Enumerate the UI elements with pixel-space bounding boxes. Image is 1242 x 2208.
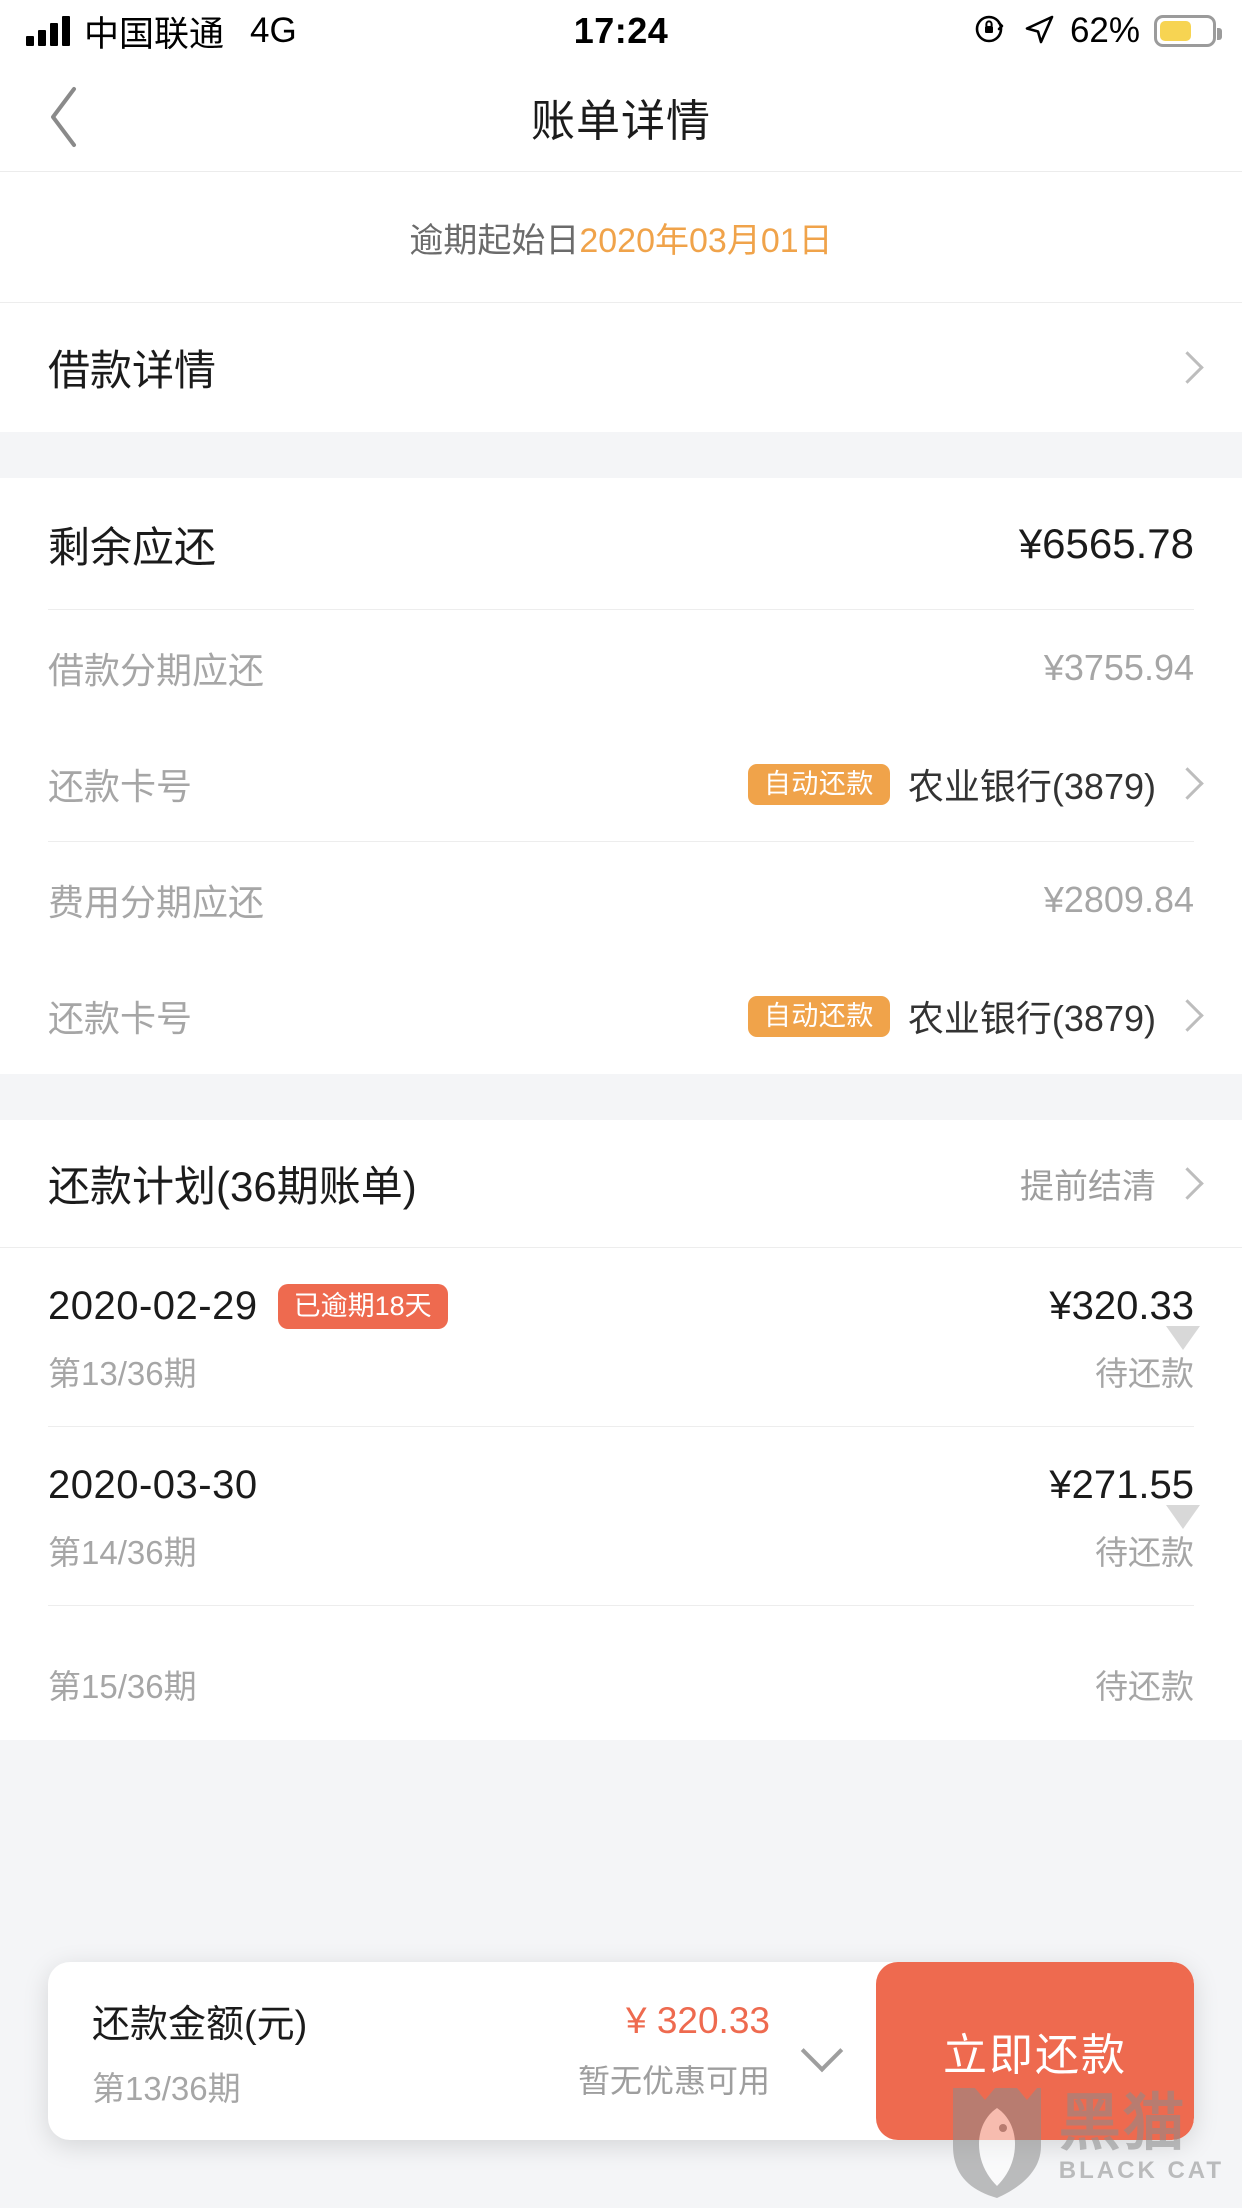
loan-detail-row[interactable]: 借款详情 bbox=[0, 302, 1242, 432]
chevron-right-icon bbox=[1174, 351, 1194, 385]
remaining-due-value: ¥6565.78 bbox=[1018, 520, 1194, 567]
early-settlement-button[interactable]: 提前结清 bbox=[1020, 1159, 1194, 1208]
watermark: 黑猫 BLACK CAT bbox=[949, 2082, 1224, 2198]
loan-detail-card: 借款详情 bbox=[0, 302, 1242, 432]
auto-repay-badge: 自动还款 bbox=[747, 995, 890, 1037]
pay-bar-info[interactable]: 还款金额(元) 第13/36期 ¥ 320.33 暂无优惠可用 bbox=[48, 1962, 876, 2140]
watermark-cn: 黑猫 bbox=[1058, 2088, 1187, 2158]
caret-down-icon[interactable] bbox=[1166, 1325, 1200, 1350]
summary-card: 剩余应还 ¥6565.78 借款分期应还 ¥3755.94 还款卡号 自动还款 … bbox=[0, 478, 1242, 1074]
overdue-start-label: 逾期起始日 bbox=[409, 221, 580, 260]
schedule-amount: ¥320.33 bbox=[1049, 1284, 1194, 1328]
loan-detail-label: 借款详情 bbox=[48, 347, 217, 394]
pay-coupon-status: 暂无优惠可用 bbox=[577, 2063, 770, 2099]
pay-amount-value: ¥ 320.33 bbox=[625, 2000, 770, 2041]
overdue-start-date: 2020年03月01日 bbox=[579, 221, 833, 260]
chevron-right-icon bbox=[1174, 1167, 1194, 1201]
overdue-days-badge: 已逾期18天 bbox=[277, 1284, 448, 1329]
schedule-row-left: 2020-02-29 已逾期18天 bbox=[48, 1284, 448, 1329]
remaining-due-row: 剩余应还 ¥6565.78 bbox=[0, 478, 1242, 610]
back-button[interactable] bbox=[34, 86, 94, 147]
schedule-row[interactable]: 2020-02-29 已逾期18天 ¥320.33 第13/36期 待还款 bbox=[0, 1248, 1242, 1427]
schedule-term: 第13/36期 bbox=[48, 1355, 197, 1392]
schedule-status: 待还款 bbox=[1095, 1668, 1194, 1705]
rotation-lock-icon bbox=[972, 11, 1008, 52]
schedule-amount: ¥271.55 bbox=[1049, 1463, 1194, 1507]
repayment-plan-header: 还款计划(36期账单) 提前结清 bbox=[0, 1120, 1242, 1248]
chevron-left-icon bbox=[51, 86, 76, 147]
caret-down-icon[interactable] bbox=[1166, 1504, 1200, 1529]
chevron-down-icon[interactable] bbox=[804, 2034, 838, 2068]
loan-repay-card-right: 自动还款 农业银行(3879) bbox=[747, 758, 1194, 810]
schedule-row-bottom: 第15/36期 待还款 bbox=[48, 1660, 1194, 1708]
battery-icon bbox=[1154, 15, 1222, 47]
pay-amount-value-block: ¥ 320.33 暂无优惠可用 bbox=[578, 2000, 770, 2102]
schedule-due-date: 2020-03-30 bbox=[48, 1463, 258, 1507]
fee-installment-due-row: 费用分期应还 ¥2809.84 bbox=[0, 842, 1242, 958]
battery-level-fill bbox=[1160, 21, 1191, 41]
pay-amount-title: 还款金额(元) bbox=[92, 2003, 308, 2046]
schedule-row-bottom: 第14/36期 待还款 bbox=[48, 1526, 1194, 1574]
schedule-row-left: 2020-03-30 bbox=[48, 1463, 258, 1508]
loan-repay-card-row[interactable]: 还款卡号 自动还款 农业银行(3879) bbox=[0, 726, 1242, 842]
schedule-row[interactable]: 2020-03-30 ¥271.55 第14/36期 待还款 bbox=[0, 1427, 1242, 1606]
schedule-status: 待还款 bbox=[1095, 1534, 1194, 1571]
fee-repay-card-label: 还款卡号 bbox=[48, 998, 193, 1039]
watermark-en: BLACK CAT bbox=[1058, 2157, 1224, 2185]
early-settlement-label: 提前结清 bbox=[1020, 1168, 1156, 1206]
status-bar: 中国联通 4G 17:24 62% bbox=[0, 0, 1242, 62]
loan-installment-due-row: 借款分期应还 ¥3755.94 bbox=[0, 610, 1242, 726]
auto-repay-badge: 自动还款 bbox=[747, 763, 890, 805]
fee-repay-card-row[interactable]: 还款卡号 自动还款 农业银行(3879) bbox=[0, 958, 1242, 1074]
battery-percent-label: 62% bbox=[1069, 11, 1140, 50]
schedule-row-top: 2020-03-30 ¥271.55 bbox=[48, 1463, 1194, 1508]
schedule-row-top: 2020-02-29 已逾期18天 ¥320.33 bbox=[48, 1284, 1194, 1329]
loan-repay-card-label: 还款卡号 bbox=[48, 766, 193, 807]
schedule-row[interactable]: 第15/36期 待还款 bbox=[0, 1606, 1242, 1740]
loan-installment-due-value: ¥3755.94 bbox=[1043, 647, 1194, 688]
chevron-right-icon bbox=[1174, 999, 1194, 1033]
chevron-right-icon bbox=[1174, 767, 1194, 801]
repayment-plan-title: 还款计划(36期账单) bbox=[48, 1163, 417, 1210]
schedule-status: 待还款 bbox=[1095, 1355, 1194, 1392]
nav-bar: 账单详情 bbox=[0, 62, 1242, 172]
black-cat-shield-icon bbox=[952, 2088, 1041, 2198]
schedule-term: 第14/36期 bbox=[48, 1534, 197, 1571]
loan-installment-due-label: 借款分期应还 bbox=[48, 650, 265, 691]
phone-screen: 中国联通 4G 17:24 62% 账单详情 逾期起始日 2020年03月01日… bbox=[0, 0, 1242, 2208]
section-gap bbox=[0, 432, 1242, 478]
schedule-row-bottom: 第13/36期 待还款 bbox=[48, 1347, 1194, 1395]
location-arrow-icon bbox=[1022, 12, 1056, 51]
page-title: 账单详情 bbox=[531, 96, 711, 146]
loan-repay-bank-name: 农业银行(3879) bbox=[907, 766, 1156, 807]
fee-repay-bank-name: 农业银行(3879) bbox=[907, 998, 1156, 1039]
fee-installment-due-value: ¥2809.84 bbox=[1043, 879, 1194, 920]
fee-installment-due-label: 费用分期应还 bbox=[48, 882, 265, 923]
status-bar-right: 62% bbox=[972, 11, 1222, 52]
watermark-text: 黑猫 BLACK CAT bbox=[1058, 2088, 1224, 2186]
schedule-term: 第15/36期 bbox=[48, 1668, 197, 1705]
overdue-start-banner: 逾期起始日 2020年03月01日 bbox=[0, 172, 1242, 302]
schedule-due-date: 2020-02-29 bbox=[48, 1284, 258, 1328]
pay-amount-block: 还款金额(元) 第13/36期 bbox=[92, 1993, 307, 2110]
repayment-plan-card: 还款计划(36期账单) 提前结清 2020-02-29 已逾期18天 ¥320.… bbox=[0, 1120, 1242, 1740]
pay-term-label: 第13/36期 bbox=[92, 2069, 241, 2107]
fee-repay-card-right: 自动还款 农业银行(3879) bbox=[747, 990, 1194, 1042]
section-gap bbox=[0, 1074, 1242, 1120]
remaining-due-label: 剩余应还 bbox=[48, 523, 217, 571]
